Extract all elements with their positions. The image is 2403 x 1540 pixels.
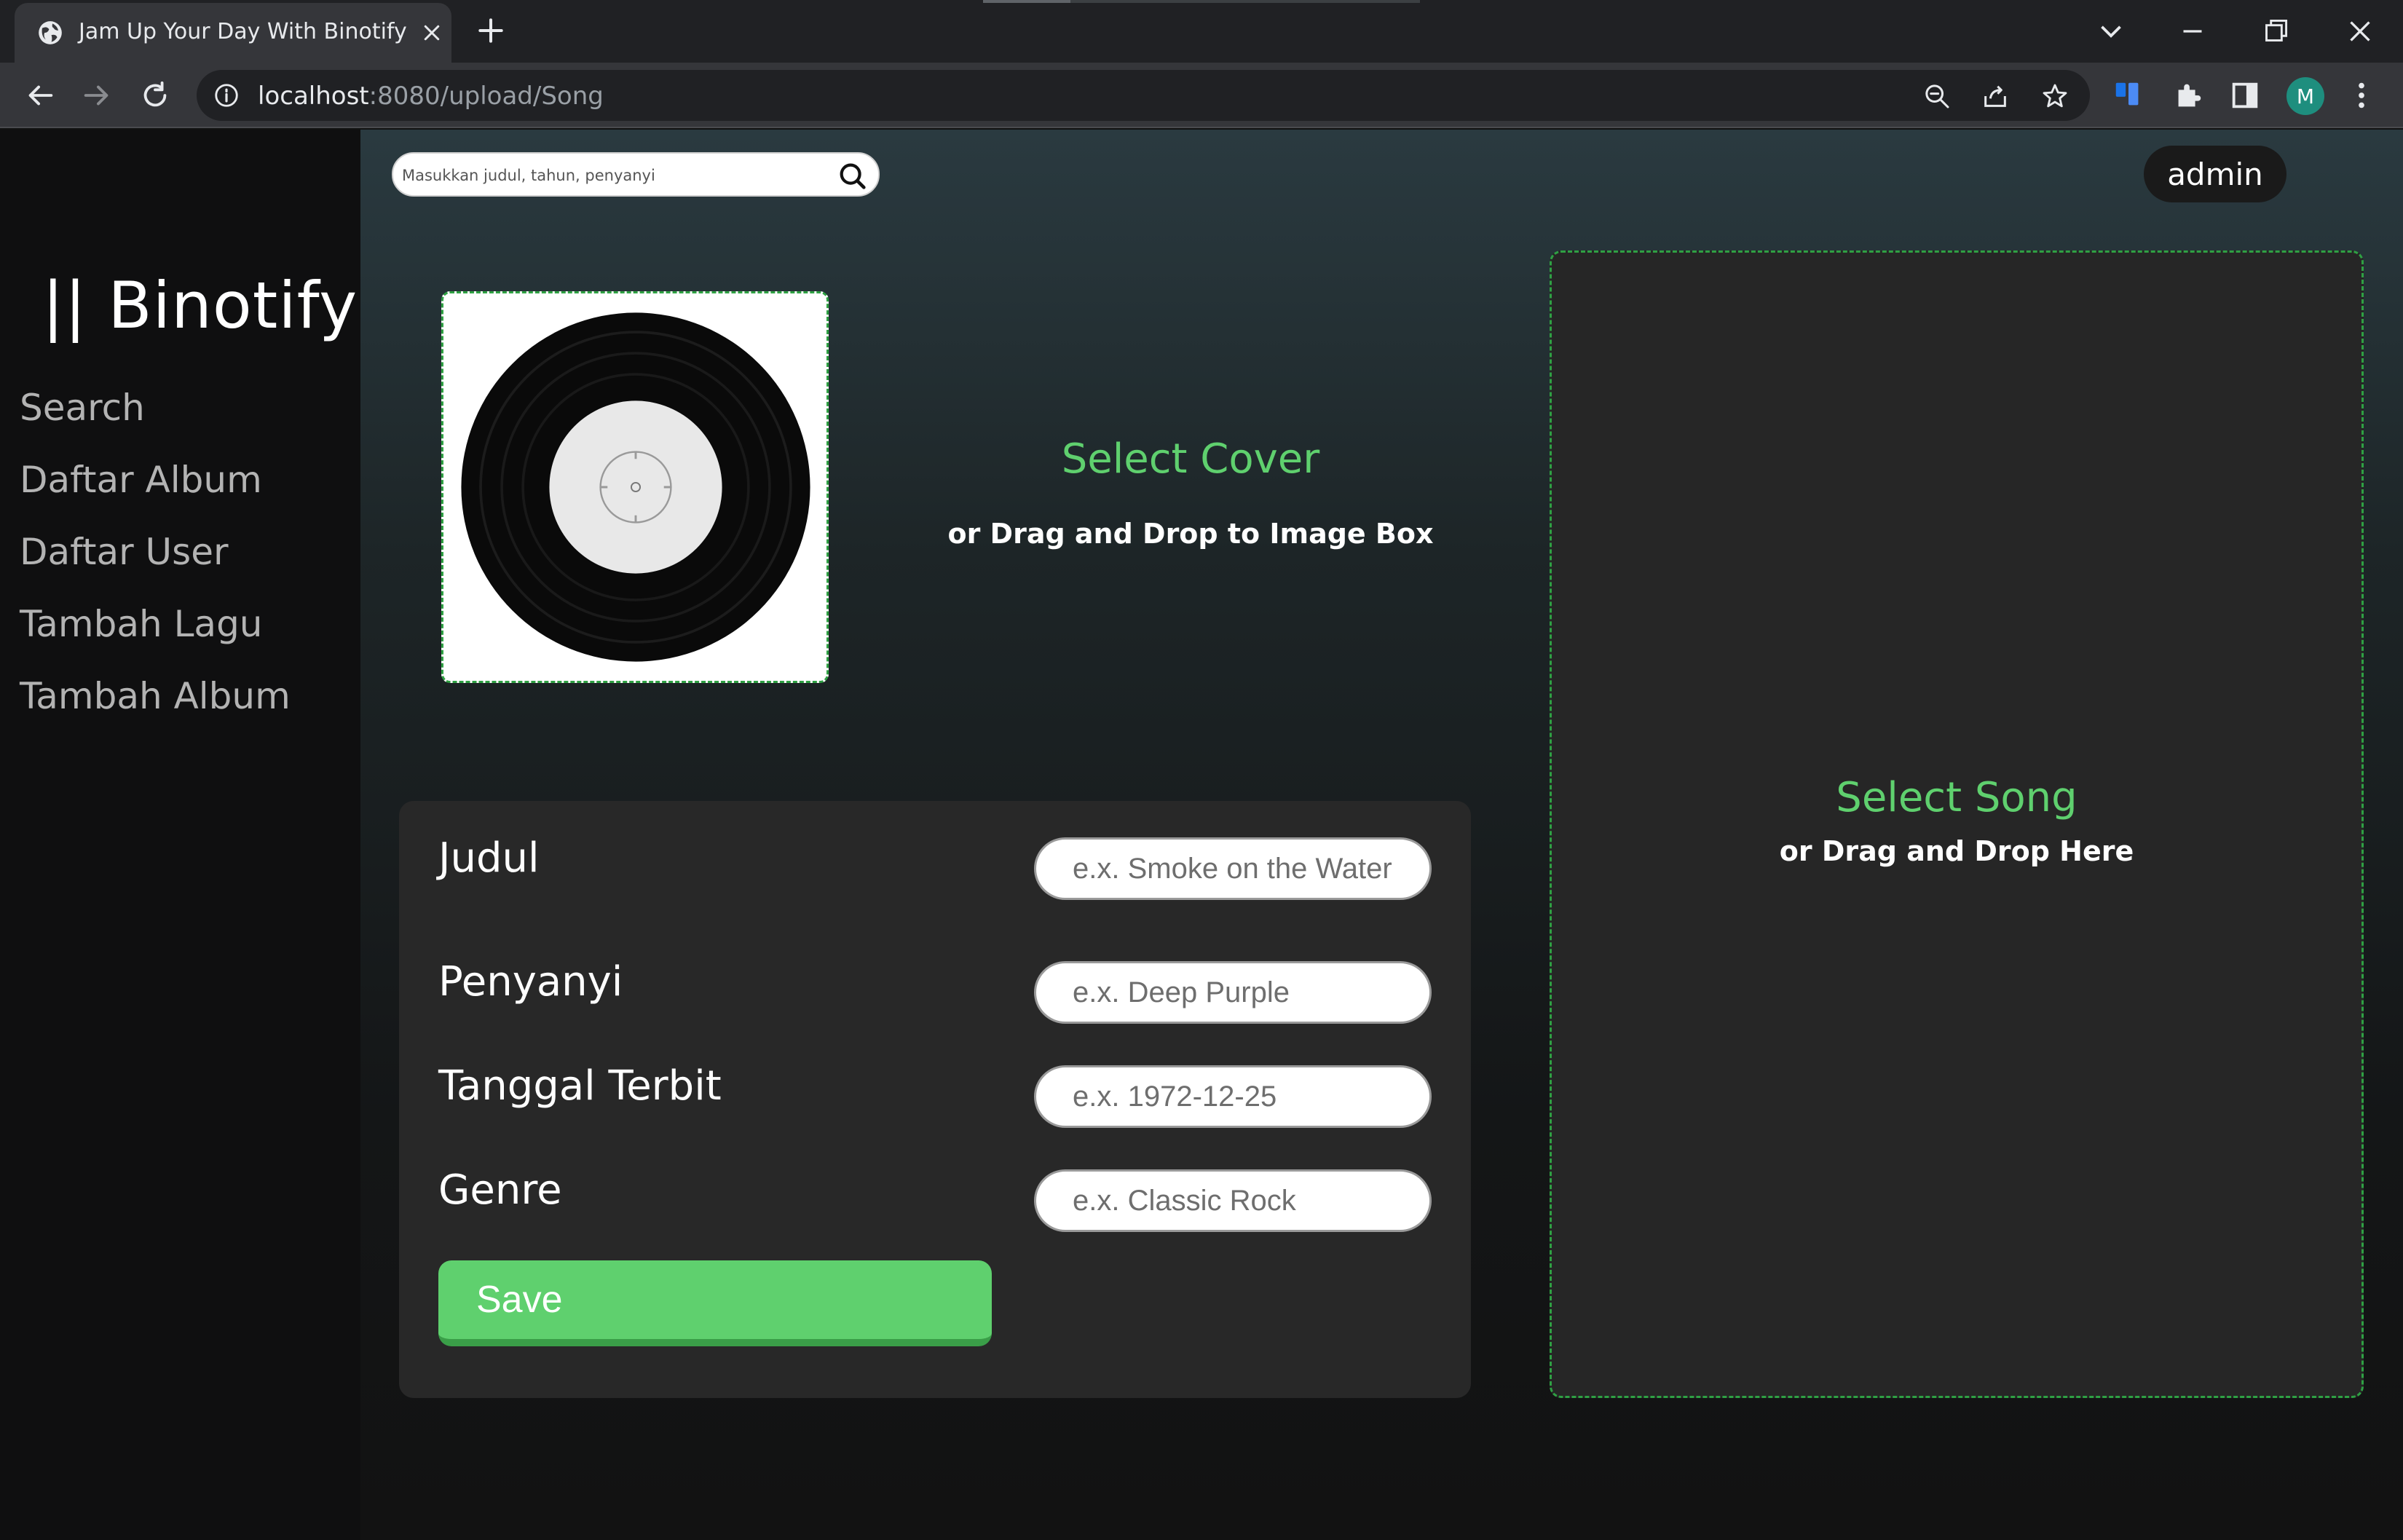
page-content: || Binotify Search Daftar Album Daftar U…	[0, 130, 2403, 1540]
close-icon[interactable]	[421, 22, 443, 44]
globe-icon	[39, 21, 62, 44]
song-file-dropzone[interactable]: Select Song or Drag and Drop Here	[1550, 250, 2364, 1398]
genre-input[interactable]	[1034, 1169, 1432, 1232]
save-button[interactable]: Save	[438, 1260, 992, 1346]
select-cover-button[interactable]: Select Cover	[925, 435, 1456, 483]
judul-label: Judul	[438, 834, 540, 882]
extensions-puzzle-icon[interactable]	[2171, 79, 2205, 112]
penyanyi-input[interactable]	[1034, 961, 1432, 1024]
search-bar	[392, 152, 880, 197]
side-panel-icon[interactable]	[2228, 79, 2262, 112]
sidebar-item-search[interactable]: Search	[20, 386, 291, 458]
sidebar-nav: Search Daftar Album Daftar User Tambah L…	[20, 386, 291, 746]
minimize-icon[interactable]	[2174, 13, 2211, 50]
search-input[interactable]	[402, 161, 832, 190]
profile-avatar[interactable]: M	[2286, 77, 2324, 115]
browser-tab[interactable]: Jam Up Your Day With Binotify	[15, 3, 451, 63]
bookmark-star-icon[interactable]	[2040, 82, 2069, 111]
window-close-icon[interactable]	[2342, 13, 2378, 50]
sidebar: || Binotify Search Daftar Album Daftar U…	[0, 130, 360, 1540]
url-path: :8080/upload/Song	[368, 82, 604, 111]
sidebar-item-daftar-user[interactable]: Daftar User	[20, 530, 291, 602]
sidebar-item-tambah-album[interactable]: Tambah Album	[20, 674, 291, 746]
browser-tab-bar: Jam Up Your Day With Binotify	[0, 0, 2403, 63]
info-icon[interactable]	[213, 82, 240, 109]
share-icon[interactable]	[1981, 82, 2010, 111]
new-tab-icon[interactable]	[475, 15, 507, 47]
search-icon[interactable]	[836, 159, 869, 193]
restore-icon[interactable]	[2257, 13, 2294, 50]
app-logo[interactable]: || Binotify	[42, 268, 358, 343]
extension-trello-icon[interactable]	[2112, 79, 2145, 112]
genre-label: Genre	[438, 1166, 562, 1214]
select-song-button[interactable]: Select Song	[1552, 774, 2361, 821]
penyanyi-label: Penyanyi	[438, 958, 623, 1006]
browser-toolbar: localhost:8080/upload/Song M	[0, 63, 2403, 128]
url-host: localhost	[258, 82, 369, 111]
back-arrow-icon[interactable]	[23, 79, 57, 112]
cover-drag-hint: or Drag and Drop to Image Box	[947, 518, 1434, 550]
tanggal-terbit-label: Tanggal Terbit	[438, 1062, 722, 1110]
more-menu-icon[interactable]	[2345, 79, 2378, 112]
tab-title: Jam Up Your Day With Binotify	[79, 19, 407, 44]
tanggal-terbit-input[interactable]	[1034, 1065, 1432, 1128]
vinyl-record-icon	[461, 312, 810, 662]
loading-strip	[983, 0, 1420, 3]
song-form: Judul Penyanyi Tanggal Terbit Genre Save	[399, 801, 1471, 1398]
user-menu-button[interactable]: admin	[2144, 146, 2286, 202]
judul-input[interactable]	[1034, 837, 1432, 900]
cover-image-dropzone[interactable]	[441, 291, 829, 683]
forward-arrow-icon[interactable]	[80, 79, 114, 112]
song-drag-hint: or Drag and Drop Here	[1779, 835, 2134, 867]
sidebar-item-daftar-album[interactable]: Daftar Album	[20, 458, 291, 530]
zoom-out-icon[interactable]	[1922, 82, 1952, 111]
sidebar-item-tambah-lagu[interactable]: Tambah Lagu	[20, 602, 291, 674]
url-text: localhost:8080/upload/Song	[258, 82, 604, 111]
tab-search-chevron-icon[interactable]	[2093, 13, 2129, 50]
address-bar[interactable]: localhost:8080/upload/Song	[197, 70, 2090, 121]
reload-icon[interactable]	[138, 79, 172, 112]
